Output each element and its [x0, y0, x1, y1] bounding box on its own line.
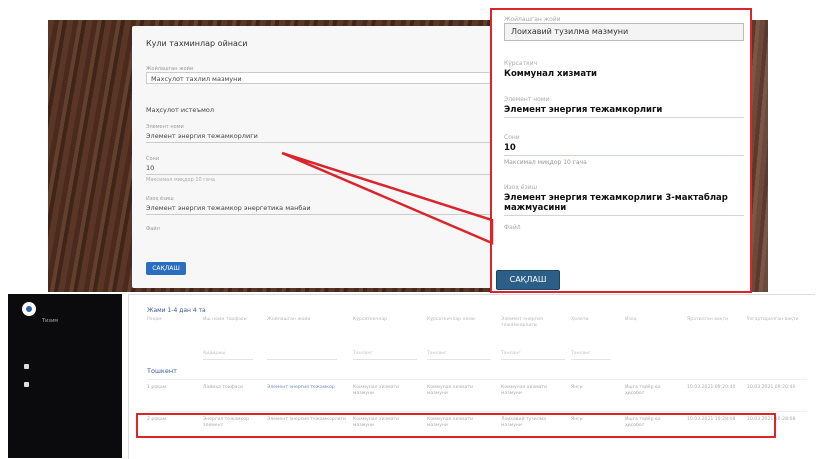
indicator-field[interactable]: Маҳсулот истеъмол [146, 104, 496, 116]
table-row[interactable]: 1 рақам Лойиҳа тоифаси Элемент энергия т… [147, 385, 807, 411]
filter-select[interactable]: Танланг [427, 349, 491, 360]
zoom-element-field[interactable]: Элемент номи Элемент энергия тежамкорлиг… [504, 96, 744, 118]
app-name: Тизим [42, 318, 58, 324]
count-label: Сони [146, 156, 160, 162]
group-title[interactable]: Тошкент [147, 367, 177, 375]
table-filters: Қидириш Танланг Танланг Танланг Танланг [147, 349, 807, 361]
table-cell: 1 рақам [147, 385, 167, 390]
count-input[interactable]: 10 [146, 164, 496, 175]
zoom-notes-input[interactable]: Элемент энергия тежамкорлиги 3-мактаблар… [504, 193, 744, 216]
table-header-cell[interactable]: Яратилган вақти [687, 317, 739, 323]
location-field[interactable]: Жойлашган жойи Махсулот тахлил мазмуни [146, 66, 496, 84]
breadcrumb: Жами 1-4 дан 4 та [147, 307, 206, 314]
zoom-element-input[interactable]: Элемент энергия тежамкорлиги [504, 105, 744, 118]
zoom-indicator-value: Коммунал хизмати [504, 69, 597, 79]
app-logo-icon[interactable] [22, 302, 36, 316]
modal-title: Кули тахминлар ойнаси [146, 39, 248, 48]
zoom-count-label: Сони [504, 134, 520, 141]
filter-select[interactable]: Танланг [501, 349, 565, 360]
zoom-count-note: Максимал миқдор 10 гача [504, 159, 587, 166]
count-note: Максимал миқдор 10 гача [146, 177, 215, 183]
zoom-location-select[interactable]: Лоихавий тузилма мазмуни [504, 23, 744, 41]
notes-field[interactable]: Изоҳ ёзиш Элемент энергия тежамкор энерг… [146, 196, 496, 215]
row-divider [147, 379, 807, 380]
table-header-cell[interactable]: Кўрсаткичлар [353, 317, 417, 323]
table-header-cell[interactable]: Иш номи тоифаси [203, 317, 253, 323]
file-field[interactable]: Файл [146, 226, 496, 232]
table-cell: Ишга тайёр ва ҳисобот [625, 385, 661, 396]
zoom-indicator-label: Кўрсаткич [504, 60, 538, 67]
zoom-indicator-field[interactable]: Кўрсаткич Коммунал хизмати [504, 60, 744, 81]
filter-select[interactable]: Танланг [353, 349, 417, 360]
table-cell: Коммунал хизмати мазмуни [501, 385, 548, 396]
highlighted-row-frame [136, 413, 776, 438]
table-header-cell[interactable]: Элемент энергия тежамкорлиги [501, 317, 565, 329]
notes-input[interactable]: Элемент энергия тежамкор энергетика манб… [146, 204, 496, 215]
indicator-value: Маҳсулот истеъмол [146, 106, 215, 114]
table-cell: Коммунал хизмати мазмуни [427, 385, 474, 396]
table-cell-link[interactable]: Элемент энергия тежамкор [267, 385, 347, 391]
filter-select[interactable]: Танланг [571, 349, 611, 360]
count-field[interactable]: Сони 10 Максимал миқдор 10 гача [146, 156, 496, 183]
table-header-cell[interactable]: Ўзгартирилган вақти [747, 317, 803, 323]
zoom-file-field[interactable]: Файл [504, 224, 744, 231]
zoom-count-input[interactable]: 10 [504, 143, 744, 156]
zoom-count-field[interactable]: Сони 10 Максимал миқдор 10 гача [504, 134, 744, 166]
zoom-notes-field[interactable]: Изоҳ ёзиш Элемент энергия тежамкорлиги 3… [504, 184, 744, 216]
zoom-element-label: Элемент номи [504, 96, 550, 103]
table-cell: Лойиҳа тоифаси [203, 385, 243, 390]
save-button[interactable]: САҚЛАШ [146, 262, 186, 275]
table-header-cell[interactable]: Жойлашган жойи [267, 317, 337, 323]
table-header-cell[interactable]: Кўрсаткичлар номи [427, 317, 491, 323]
row-divider [147, 411, 807, 412]
location-select[interactable]: Махсулот тахлил мазмуни [146, 72, 496, 84]
element-field[interactable]: Элемент номи Элемент энергия тежамкорлиг… [146, 124, 496, 143]
element-input[interactable]: Элемент энергия тежамкорлиги [146, 132, 496, 143]
zoom-file-label: Файл [504, 224, 521, 231]
notes-label: Изоҳ ёзиш [146, 196, 174, 202]
table-header-cell[interactable]: Изоҳ [625, 317, 669, 323]
table-cell: Коммунал хизмати мазмуни [353, 385, 400, 396]
zoom-notes-label: Изоҳ ёзиш [504, 184, 538, 191]
table-cell: Янги [571, 385, 583, 390]
zoom-location-label: Жойлашган жойи [504, 16, 561, 23]
zoom-inset: Жойлашган жойи Лоихавий тузилма мазмуни … [490, 8, 752, 293]
filter-input[interactable] [267, 349, 337, 360]
zoom-location-field[interactable]: Жойлашган жойи Лоихавий тузилма мазмуни [504, 16, 744, 41]
table-header-cell[interactable]: Рақам [147, 317, 187, 323]
sidebar-item-icon[interactable] [24, 382, 29, 387]
table-cell: 10.03.2021 09:20:40 [747, 385, 796, 390]
table-header: Рақам Иш номи тоифаси Жойлашган жойи Кўр… [147, 317, 807, 339]
zoom-save-button[interactable]: САҚЛАШ [496, 270, 560, 290]
sidebar-item-icon[interactable] [24, 364, 29, 369]
table-header-cell[interactable]: Ҳолати [571, 317, 611, 323]
file-label: Файл [146, 226, 160, 232]
sidebar: Тизим [8, 294, 122, 458]
table-cell: 10.03.2021 09:20:40 [687, 385, 736, 390]
filter-input[interactable]: Қидириш [203, 349, 253, 360]
element-label: Элемент номи [146, 124, 184, 130]
